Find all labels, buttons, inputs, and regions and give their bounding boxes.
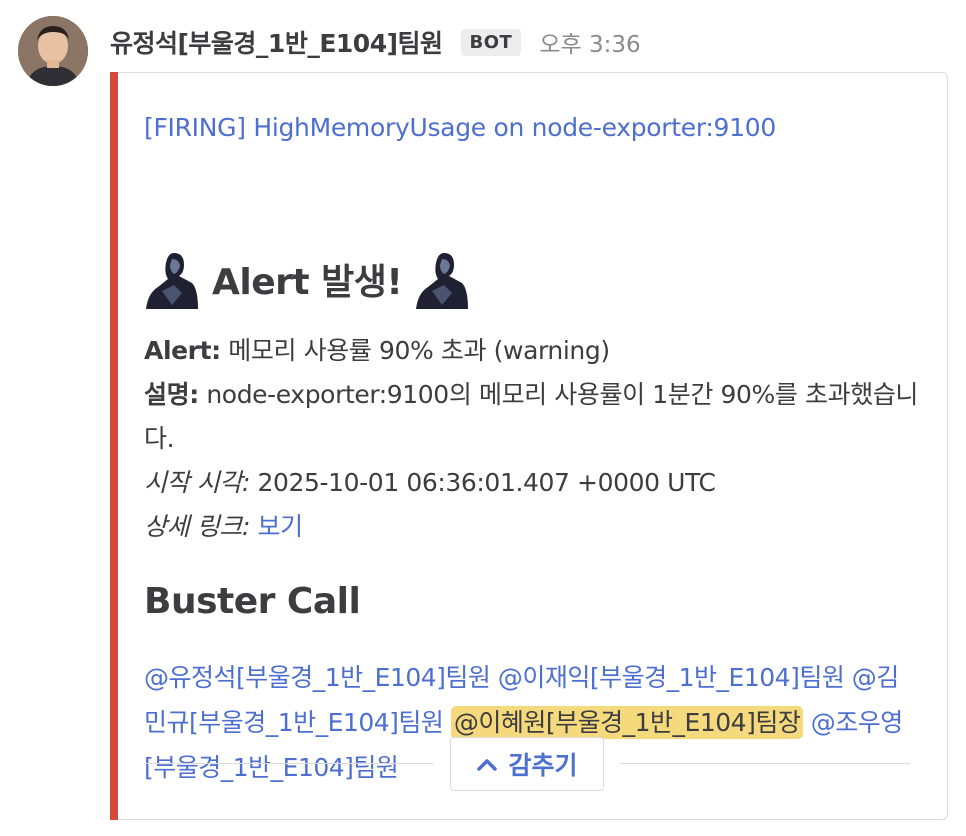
start-time-value: 2025-10-01 06:36:01.407 +0000 UTC: [249, 468, 716, 497]
post-header: 유정석[부울경_1반_E104]팀원 BOT 오후 3:36: [110, 22, 641, 62]
detail-link-line: 상세 링크: 보기: [144, 505, 924, 549]
collapse-row: 감추기: [144, 733, 914, 793]
section-heading: Buster Call: [144, 581, 361, 622]
start-time-label: 시작 시각:: [144, 468, 250, 497]
description-label: 설명:: [144, 380, 199, 409]
message-post: 유정석[부울경_1반_E104]팀원 BOT 오후 3:36 [FIRING] …: [0, 0, 966, 836]
username[interactable]: 유정석[부울경_1반_E104]팀원: [110, 24, 443, 60]
mention-link[interactable]: @유정석[부울경_1반_E104]팀원: [144, 663, 491, 692]
detail-link-label: 상세 링크:: [144, 512, 250, 541]
alert-line: Alert: 메모리 사용률 90% 초과 (warning): [144, 329, 924, 373]
description-value: node-exporter:9100의 메모리 사용률이 1분간 90%를 초과…: [144, 380, 919, 453]
detail-link[interactable]: 보기: [258, 512, 304, 541]
message-attachment: [FIRING] HighMemoryUsage on node-exporte…: [110, 72, 948, 820]
attachment-color-bar: [110, 72, 118, 820]
divider: [620, 763, 910, 764]
chevron-up-icon: [477, 759, 498, 771]
alert-heading-text: Alert 발생!: [212, 262, 403, 303]
collapse-label: 감추기: [508, 751, 578, 780]
bot-badge: BOT: [460, 28, 522, 56]
alert-value: 메모리 사용률 90% 초과 (warning): [220, 336, 610, 365]
avatar-image-icon: [18, 16, 88, 86]
start-time-line: 시작 시각: 2025-10-01 06:36:01.407 +0000 UTC: [144, 461, 924, 505]
alert-label: Alert:: [144, 336, 221, 365]
villain-emoji-icon: [416, 253, 469, 309]
description-line: 설명: node-exporter:9100의 메모리 사용률이 1분간 90%…: [144, 373, 924, 461]
post-time[interactable]: 오후 3:36: [539, 25, 640, 59]
user-avatar[interactable]: [18, 16, 88, 86]
collapse-button[interactable]: 감추기: [450, 737, 604, 791]
alert-heading: Alert 발생!: [144, 249, 470, 309]
mention-link[interactable]: @이재익[부울경_1반_E104]팀원: [498, 663, 845, 692]
alert-details: Alert: 메모리 사용률 90% 초과 (warning) 설명: node…: [144, 329, 924, 549]
attachment-title[interactable]: [FIRING] HighMemoryUsage on node-exporte…: [144, 113, 776, 142]
villain-emoji-icon: [146, 253, 198, 309]
divider: [144, 763, 434, 764]
